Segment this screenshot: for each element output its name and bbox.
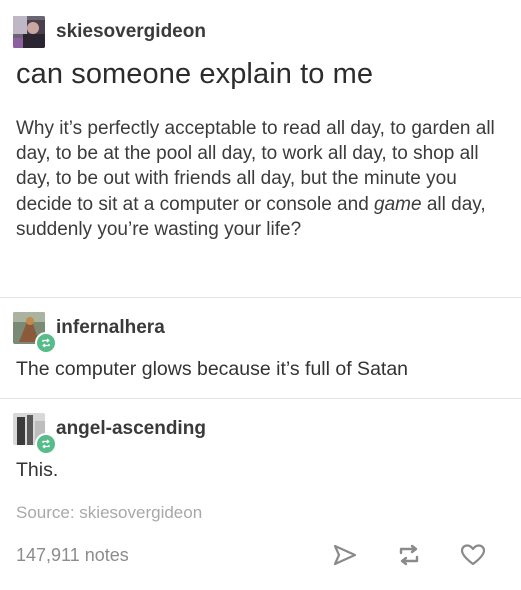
reblog-mini-icon	[42, 439, 50, 449]
reblog-badge-1	[35, 332, 57, 354]
reblog-header-1: infernalhera	[13, 312, 165, 354]
reblog-text-1: The computer glows because it’s full of …	[16, 358, 409, 380]
reblog-button[interactable]	[394, 540, 424, 570]
reblog-username-1[interactable]: infernalhera	[56, 317, 165, 339]
divider	[0, 398, 521, 399]
reblog-badge-2	[35, 433, 57, 455]
tumblr-post: skiesovergideon can someone explain to m…	[0, 0, 521, 590]
op-username[interactable]: skiesovergideon	[56, 21, 206, 43]
post-title: can someone explain to me	[16, 58, 374, 90]
like-button[interactable]	[458, 540, 488, 570]
share-button[interactable]	[330, 540, 360, 570]
reblog-header-2: angel-ascending	[13, 413, 206, 455]
post-body: Why it’s perfectly acceptable to read al…	[16, 116, 511, 242]
op-header: skiesovergideon	[13, 16, 206, 48]
reblog-mini-icon	[42, 338, 50, 348]
notes-count[interactable]: 147,911 notes	[16, 545, 129, 566]
op-avatar[interactable]	[13, 16, 45, 48]
post-actions	[330, 540, 488, 570]
share-icon	[333, 544, 357, 566]
post-body-emphasis: game	[374, 193, 422, 215]
heart-icon	[460, 544, 486, 566]
source-link[interactable]: Source: skiesovergideon	[16, 503, 202, 523]
divider	[0, 297, 521, 298]
reblog-username-2[interactable]: angel-ascending	[56, 418, 206, 440]
reblog-text-2: This.	[16, 459, 59, 481]
reblog-icon	[399, 544, 419, 566]
